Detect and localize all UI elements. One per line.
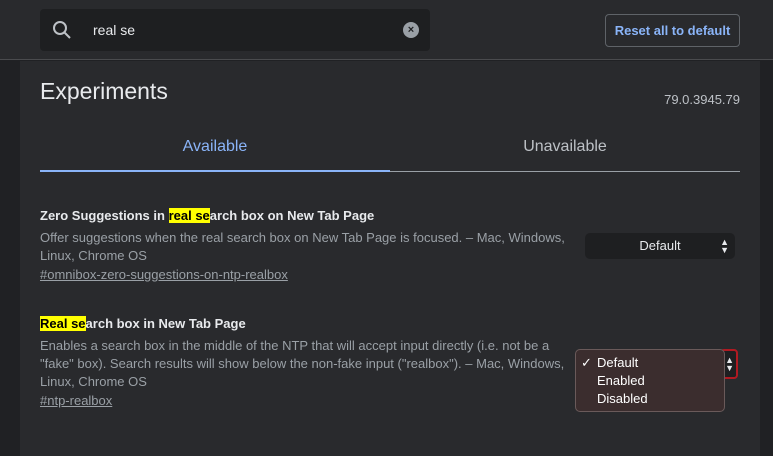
select-dropdown-menu: ✓ Default Enabled Disabled	[575, 349, 725, 412]
experiment-description: Enables a search box in the middle of th…	[40, 338, 565, 389]
menu-option-enabled[interactable]: Enabled	[576, 373, 724, 391]
experiment-description: Offer suggestions when the real search b…	[40, 230, 565, 263]
search-box[interactable]: real se ×	[40, 9, 430, 51]
search-icon	[53, 21, 71, 39]
checkmark-icon: ✓	[581, 355, 592, 370]
search-input[interactable]: real se	[93, 22, 135, 38]
menu-option-default[interactable]: ✓ Default	[576, 355, 724, 373]
search-highlight: real se	[168, 208, 210, 223]
clear-search-icon[interactable]: ×	[403, 22, 419, 38]
reset-all-button[interactable]: Reset all to default	[605, 14, 740, 47]
page-title: Experiments	[40, 78, 168, 104]
option-label: Enabled	[597, 373, 645, 388]
tab-unavailable[interactable]: Unavailable	[390, 125, 740, 172]
title-text: arch box on New Tab Page	[209, 208, 375, 223]
top-bar: real se × Reset all to default	[0, 0, 773, 60]
menu-option-disabled[interactable]: Disabled	[576, 391, 724, 409]
select-arrows-icon: ▲ ▼	[720, 237, 729, 255]
title-text: Zero Suggestions in	[40, 208, 169, 223]
select-arrows-icon: ▲ ▼	[725, 355, 734, 373]
experiment-title: Zero Suggestions in real search box on N…	[40, 208, 570, 223]
experiments-panel: Experiments 79.0.3945.79 Available Unava…	[20, 61, 760, 456]
version-label: 79.0.3945.79	[664, 92, 740, 107]
experiment-item: Real search box in New Tab Page Enables …	[40, 316, 570, 410]
search-highlight: Real se	[40, 316, 86, 331]
experiment-title: Real search box in New Tab Page	[40, 316, 570, 331]
experiment-select[interactable]: Default ▲ ▼	[585, 233, 735, 259]
experiment-link[interactable]: #ntp-realbox	[40, 393, 112, 408]
select-value: Default	[639, 238, 681, 253]
option-label: Disabled	[597, 391, 648, 406]
experiment-link[interactable]: #omnibox-zero-suggestions-on-ntp-realbox	[40, 267, 288, 282]
title-text: arch box in New Tab Page	[85, 316, 246, 331]
experiment-item: Zero Suggestions in real search box on N…	[40, 208, 570, 284]
tab-available[interactable]: Available	[40, 125, 390, 172]
option-label: Default	[597, 355, 639, 370]
